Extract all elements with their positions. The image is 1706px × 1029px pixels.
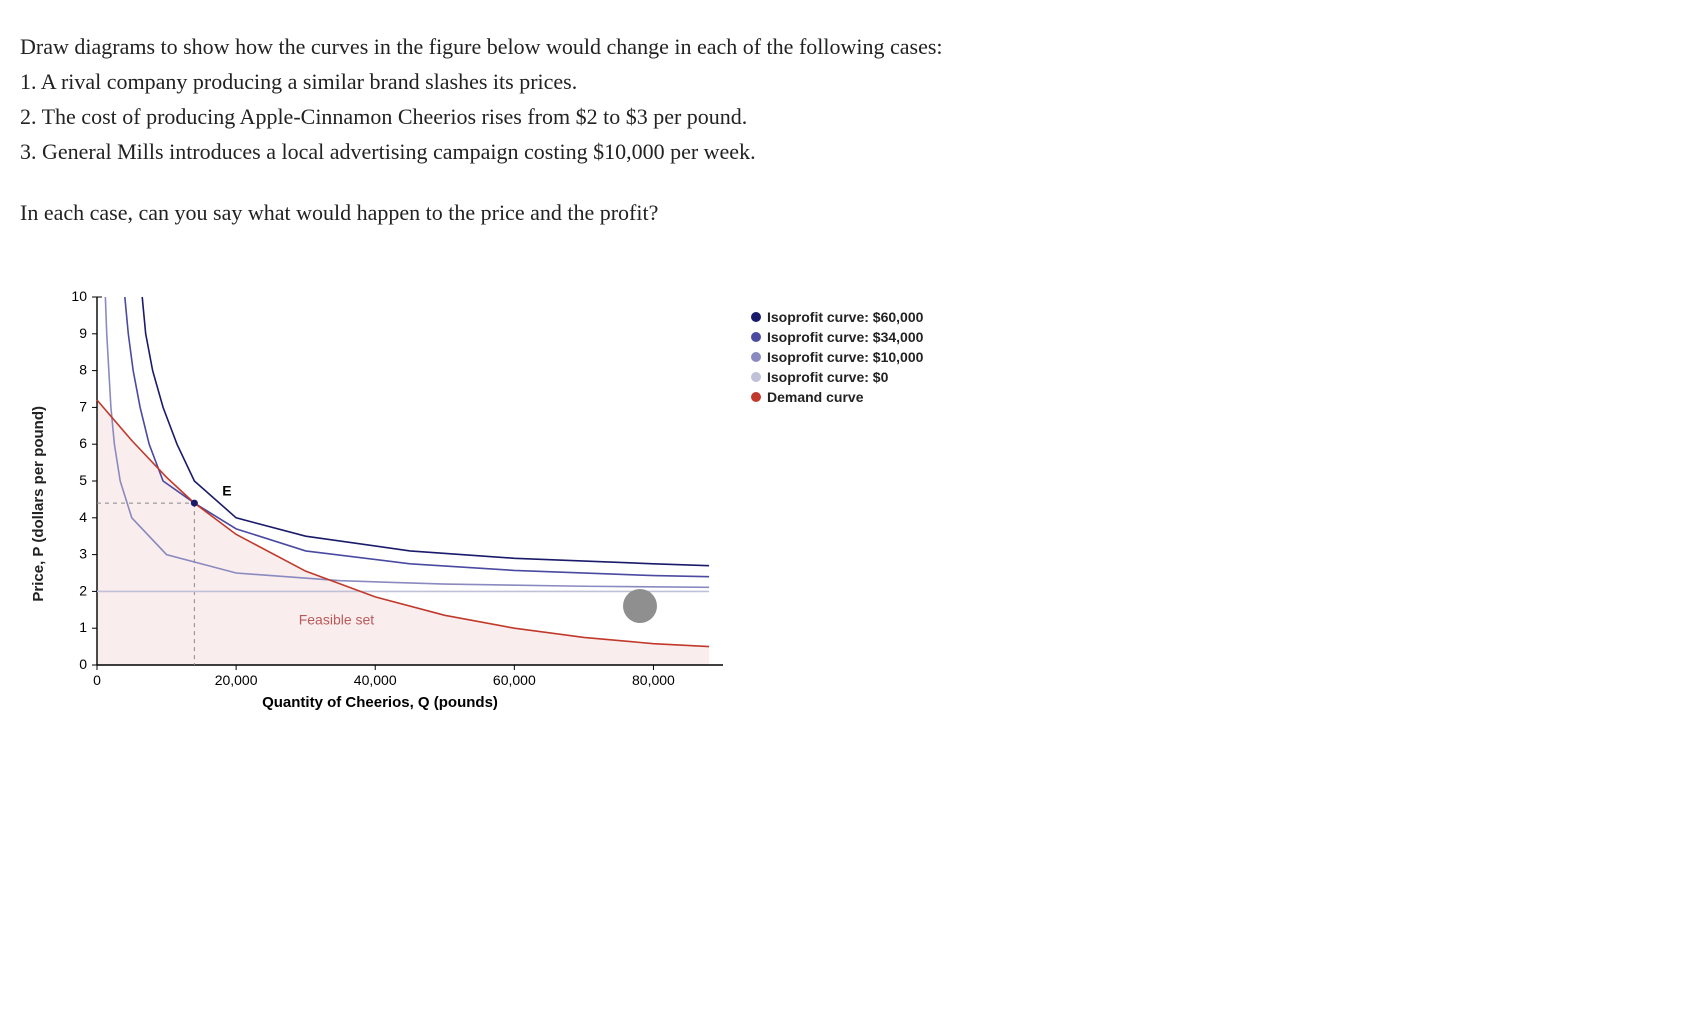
series-isoprofit-curve-60-000	[142, 297, 709, 566]
legend-label: Isoprofit curve: $60,000	[767, 309, 923, 325]
y-tick-label: 10	[71, 289, 87, 304]
x-tick-label: 80,000	[632, 672, 675, 688]
y-tick-label: 8	[79, 362, 87, 378]
y-tick-label: 7	[79, 398, 87, 414]
x-tick-label: 0	[93, 672, 101, 688]
legend-dot	[751, 312, 761, 322]
question-item-3: 3. General Mills introduces a local adve…	[20, 135, 1120, 168]
y-tick-label: 6	[79, 435, 87, 451]
x-tick-label: 60,000	[493, 672, 536, 688]
legend-dot	[751, 392, 761, 402]
y-tick-label: 9	[79, 325, 87, 341]
x-tick-label: 40,000	[354, 672, 397, 688]
legend-item: Isoprofit curve: $0	[751, 369, 923, 385]
y-axis-label: Price, P (dollars per pound)	[30, 406, 47, 602]
legend-item: Demand curve	[751, 389, 923, 405]
question-block: Draw diagrams to show how the curves in …	[20, 30, 1120, 168]
legend-label: Isoprofit curve: $10,000	[767, 349, 923, 365]
y-tick-label: 5	[79, 472, 87, 488]
legend-dot	[751, 372, 761, 382]
chart-area: Price, P (dollars per pound) 0 1 2 3 4 5 6 7 8 9 1…	[30, 289, 731, 719]
x-axis-label: Quantity of Cheerios, Q (pounds)	[262, 694, 498, 711]
legend: Isoprofit curve: $60,000 Isoprofit curve:…	[751, 309, 923, 409]
y-tick-label: 1	[79, 619, 87, 635]
legend-label: Isoprofit curve: $34,000	[767, 329, 923, 345]
x-tick-label: 20,000	[215, 672, 258, 688]
question-intro: Draw diagrams to show how the curves in …	[20, 30, 1120, 63]
drag-handle[interactable]	[623, 589, 657, 623]
annotation-e: E	[222, 483, 231, 499]
y-tick-label: 4	[79, 509, 87, 525]
question-item-2: 2. The cost of producing Apple-Cinnamon …	[20, 100, 1120, 133]
economics-chart: 0 1 2 3 4 5 6 7 8 9 10 0 20,000 40,000 60,000 80,000 Qua…	[51, 289, 731, 719]
legend-item: Isoprofit curve: $60,000	[751, 309, 923, 325]
legend-dot	[751, 352, 761, 362]
annotation-feasible: Feasible set	[299, 612, 375, 628]
feasible-region	[97, 400, 709, 665]
legend-label: Isoprofit curve: $0	[767, 369, 888, 385]
figure: Price, P (dollars per pound) 0 1 2 3 4 5 6 7 8 9 1…	[30, 289, 1686, 719]
legend-item: Isoprofit curve: $34,000	[751, 329, 923, 345]
y-tick-label: 3	[79, 546, 87, 562]
y-tick-label: 0	[79, 656, 87, 672]
question-item-1: 1. A rival company producing a similar b…	[20, 65, 1120, 98]
equilibrium-point	[191, 500, 198, 507]
question-followup: In each case, can you say what would hap…	[20, 196, 1686, 229]
legend-dot	[751, 332, 761, 342]
y-tick-label: 2	[79, 582, 87, 598]
legend-label: Demand curve	[767, 389, 863, 405]
legend-item: Isoprofit curve: $10,000	[751, 349, 923, 365]
